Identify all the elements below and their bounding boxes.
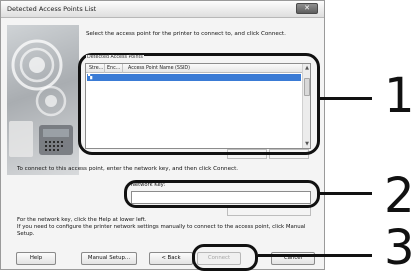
wireless-illustration	[7, 25, 79, 175]
network-key-instruction: To connect to this access point, enter t…	[17, 166, 239, 172]
help-button[interactable]: Help	[16, 252, 56, 265]
manual-setup-button[interactable]: Manual Setup...	[81, 252, 137, 265]
callout-number-1: 1	[384, 68, 414, 124]
window-title: Detected Access Points List	[7, 5, 97, 13]
callout-frame-1	[78, 53, 320, 155]
select-instruction: Select the access point for the printer …	[86, 31, 286, 37]
callout-line-1	[320, 97, 372, 100]
close-button[interactable]: ✕	[296, 3, 318, 14]
callout-number-3: 3	[384, 220, 414, 273]
help-note-line2: If you need to configure the printer net…	[17, 224, 306, 237]
title-bar: Detected Access Points List ✕	[1, 1, 324, 18]
callout-number-2: 2	[384, 168, 414, 224]
access-points-group-label: Detected Access Points	[86, 55, 144, 60]
wireless-printer-art	[9, 39, 73, 157]
callout-line-2	[320, 192, 372, 195]
callout-line-3	[258, 254, 372, 257]
help-note-line1: For the network key, click the Help at l…	[17, 217, 147, 223]
callout-frame-3	[192, 244, 258, 271]
back-button[interactable]: < Back	[149, 252, 193, 265]
help-note: For the network key, click the Help at l…	[17, 217, 317, 238]
close-icon: ✕	[304, 4, 310, 12]
callout-frame-2	[124, 180, 320, 208]
